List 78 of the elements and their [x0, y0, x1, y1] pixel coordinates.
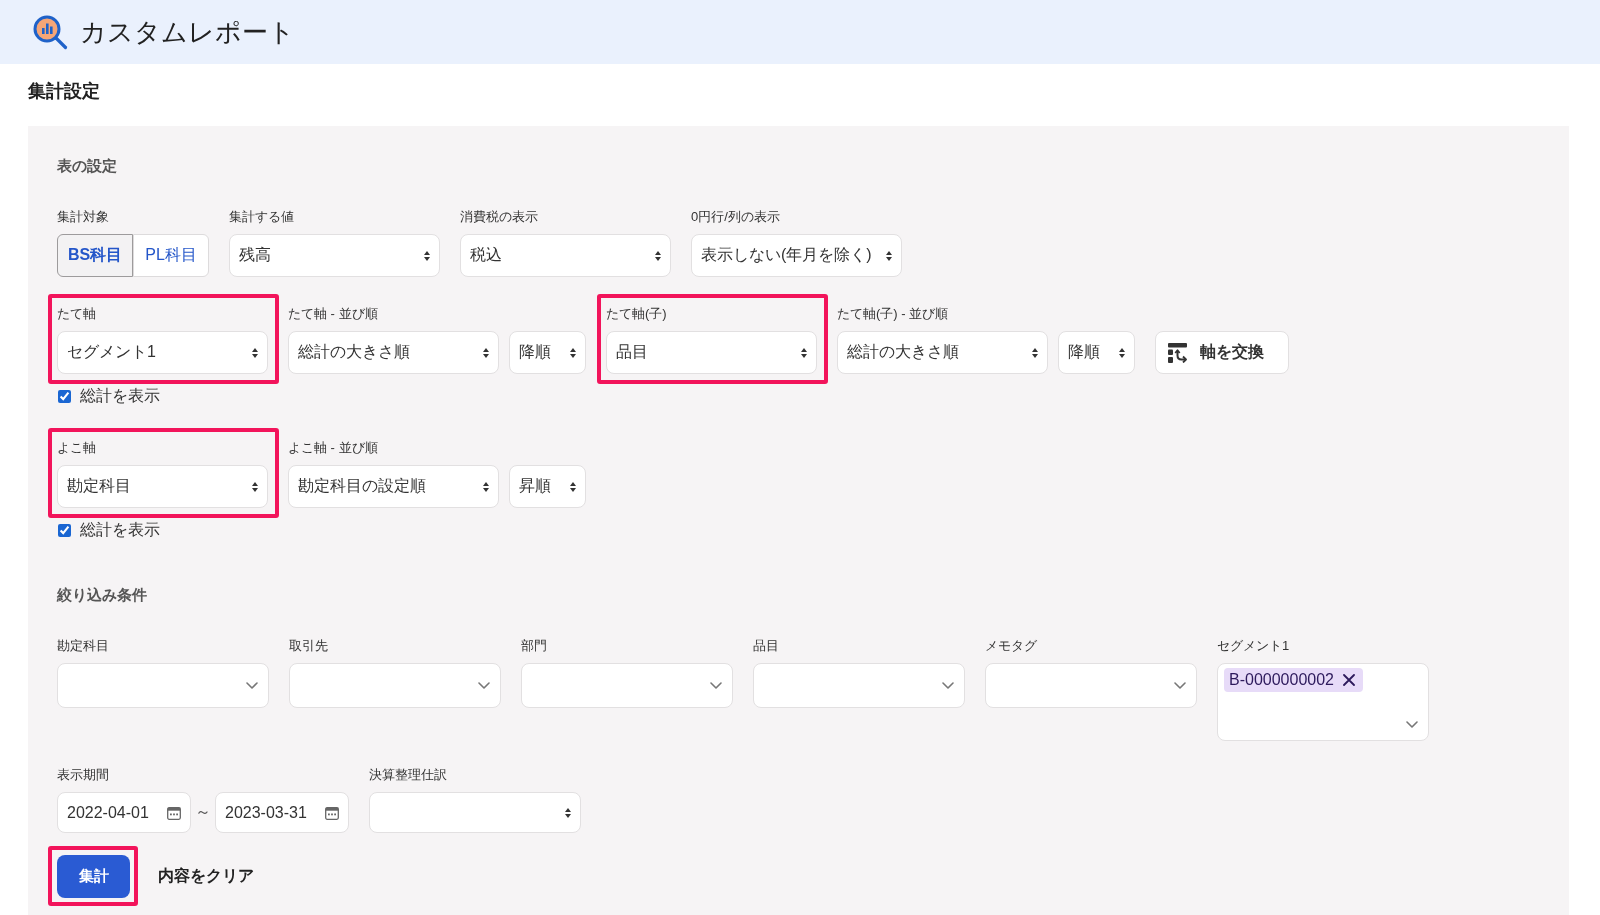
checkbox-label: 総計を表示 [80, 386, 160, 406]
field-label: 取引先 [289, 637, 328, 655]
range-separator: ～ [195, 802, 211, 822]
select-field[interactable]: 昇順 [509, 465, 586, 508]
updown-arrow-icon [565, 807, 571, 818]
select-field[interactable]: 表示しない(年月を除く) [691, 234, 902, 277]
tag-label: B-0000000002 [1229, 670, 1334, 690]
chevron-down-icon [942, 682, 954, 689]
field-label: たて軸(子) - 並び順 [837, 305, 949, 323]
select-field[interactable]: 税込 [460, 234, 671, 277]
updown-arrow-icon [570, 347, 576, 358]
updown-arrow-icon [801, 347, 807, 358]
multi-select-field[interactable] [521, 663, 733, 708]
select-field[interactable]: 品目 [606, 331, 817, 374]
select-field[interactable] [369, 792, 581, 833]
field-label: 表示期間 [57, 766, 109, 784]
field-label: 部門 [521, 637, 547, 655]
segment-tab[interactable]: PL科目 [133, 234, 209, 277]
updown-arrow-icon [886, 250, 892, 261]
updown-arrow-icon [655, 250, 661, 261]
magnifier-chart-icon [32, 14, 68, 50]
updown-arrow-icon [570, 481, 576, 492]
aggregate-button[interactable]: 集計 [57, 855, 130, 898]
updown-arrow-icon [483, 481, 489, 492]
field-label: 集計する値 [229, 208, 294, 226]
chevron-down-icon [1174, 682, 1186, 689]
chevron-down-icon [1406, 721, 1418, 728]
field-label: よこ軸 - 並び順 [288, 439, 378, 457]
field-label: 0円行/列の表示 [691, 208, 780, 226]
chevron-down-icon [246, 682, 258, 689]
select-field[interactable]: 勘定科目 [57, 465, 268, 508]
clear-button[interactable]: 内容をクリア [158, 866, 254, 887]
field-label: 品目 [753, 637, 779, 655]
multi-select-field[interactable] [753, 663, 965, 708]
checkbox[interactable] [58, 389, 71, 403]
field-label: セグメント1 [1217, 637, 1290, 655]
select-field[interactable]: 総計の大きさ順 [837, 331, 1048, 374]
field-label: 集計対象 [57, 208, 109, 226]
checkbox[interactable] [58, 523, 71, 537]
calendar-icon [167, 805, 181, 820]
page-title: カスタムレポート [80, 16, 295, 48]
multi-select-field[interactable] [57, 663, 269, 708]
multi-select-field[interactable] [289, 663, 501, 708]
updown-arrow-icon [424, 250, 430, 261]
updown-arrow-icon [252, 347, 258, 358]
updown-arrow-icon [252, 481, 258, 492]
section-title: 集計設定 [28, 80, 100, 102]
select-field[interactable]: 総計の大きさ順 [288, 331, 499, 374]
checkbox-label: 総計を表示 [80, 520, 160, 540]
close-icon[interactable] [1343, 674, 1355, 686]
field-label: よこ軸 [57, 439, 96, 457]
updown-arrow-icon [483, 347, 489, 358]
field-label: たて軸 - 並び順 [288, 305, 378, 323]
date-field[interactable]: 2023-03-31 [215, 792, 349, 833]
select-field[interactable]: 残高 [229, 234, 440, 277]
field-label: メモタグ [985, 637, 1037, 655]
updown-arrow-icon [1119, 347, 1125, 358]
updown-arrow-icon [1032, 347, 1038, 358]
table-swap-icon [1168, 342, 1187, 363]
group-title: 絞り込み条件 [57, 586, 147, 604]
chevron-down-icon [478, 682, 490, 689]
select-field[interactable]: 降順 [509, 331, 586, 374]
field-label: たて軸 [57, 305, 96, 323]
swap-axes-button[interactable]: 軸を交換 [1155, 331, 1289, 374]
select-field[interactable]: セグメント1 [57, 331, 268, 374]
field-label: 消費税の表示 [460, 208, 538, 226]
segment-tab[interactable]: BS科目 [57, 234, 133, 277]
field-label: 勘定科目 [57, 637, 109, 655]
date-field[interactable]: 2022-04-01 [57, 792, 191, 833]
field-label: 決算整理仕訳 [369, 766, 447, 784]
chevron-down-icon [710, 682, 722, 689]
select-field[interactable]: 勘定科目の設定順 [288, 465, 499, 508]
multi-select-field[interactable]: B-0000000002 [1217, 663, 1429, 741]
group-title: 表の設定 [57, 157, 117, 175]
calendar-icon [325, 805, 339, 820]
select-field[interactable]: 降順 [1058, 331, 1135, 374]
field-label: たて軸(子) [606, 305, 667, 323]
multi-select-field[interactable] [985, 663, 1197, 708]
